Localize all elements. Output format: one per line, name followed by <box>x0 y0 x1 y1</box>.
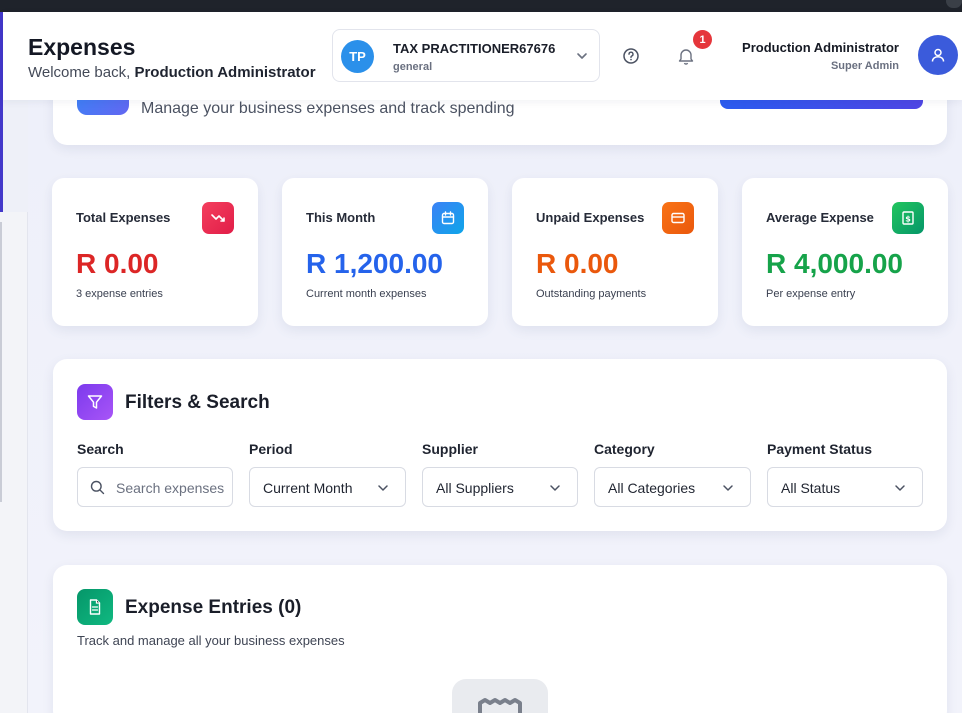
org-avatar: TP <box>341 40 374 73</box>
stat-note: 3 expense entries <box>76 288 163 300</box>
chevron-down-icon <box>550 485 560 491</box>
payment-status-select[interactable]: All Status <box>767 467 923 507</box>
supplier-select[interactable]: All Suppliers <box>422 467 578 507</box>
document-icon <box>77 589 113 625</box>
stat-note: Outstanding payments <box>536 288 647 300</box>
window-control[interactable] <box>946 0 962 8</box>
org-name: TAX PRACTITIONER67676 <box>393 41 556 56</box>
category-value: All Categories <box>608 480 696 496</box>
category-select[interactable]: All Categories <box>594 467 751 507</box>
stat-value: R 4,000.00 <box>766 248 903 279</box>
page-title: Expenses <box>28 34 136 60</box>
search-field <box>77 467 233 507</box>
window-top-strip <box>0 0 962 12</box>
chevron-down-icon <box>895 485 905 491</box>
entries-subtitle: Track and manage all your business expen… <box>77 633 345 648</box>
organization-switcher[interactable]: TP TAX PRACTITIONER67676 general <box>332 29 600 82</box>
payment-status-label: Payment Status <box>767 441 873 457</box>
period-select[interactable]: Current Month <box>249 467 406 507</box>
chevron-down-icon <box>723 485 733 491</box>
welcome-prefix: Welcome back, <box>28 64 135 81</box>
stat-label: Average Expense <box>766 210 874 225</box>
welcome-user: Production Administrator <box>134 64 316 81</box>
stat-card-unpaid-expenses: Unpaid Expenses R 0.00 Outstanding payme… <box>512 178 718 326</box>
chevron-down-icon <box>577 53 587 59</box>
org-type: general <box>393 61 433 73</box>
stat-note: Per expense entry <box>766 288 856 300</box>
sidebar-collapsed <box>0 212 28 713</box>
help-icon[interactable] <box>622 47 640 65</box>
supplier-label: Supplier <box>422 441 479 457</box>
stat-value: R 0.00 <box>76 248 159 279</box>
empty-state-illustration <box>452 679 548 713</box>
payment-status-value: All Status <box>781 480 841 496</box>
credit-card-icon <box>662 202 694 234</box>
receipt-icon <box>478 698 522 713</box>
chevron-down-icon <box>378 485 388 491</box>
user-name: Production Administrator <box>742 40 899 55</box>
stat-label: Unpaid Expenses <box>536 210 645 225</box>
category-label: Category <box>594 441 655 457</box>
stat-value: R 0.00 <box>536 248 619 279</box>
user-avatar[interactable] <box>918 35 958 75</box>
stat-note: Current month expenses <box>306 288 427 300</box>
period-label: Period <box>249 441 293 457</box>
receipt-icon: $ <box>892 202 924 234</box>
search-input[interactable] <box>116 476 228 500</box>
svg-text:$: $ <box>905 214 911 223</box>
top-header: Expenses Welcome back, Production Admini… <box>3 12 962 100</box>
stat-card-this-month: This Month R 1,200.00 Current month expe… <box>282 178 488 326</box>
filters-title: Filters & Search <box>125 392 270 413</box>
stat-label: Total Expenses <box>76 210 171 225</box>
supplier-value: All Suppliers <box>436 480 514 496</box>
sidebar-scrollbar[interactable] <box>0 222 2 502</box>
stat-label: This Month <box>306 210 376 225</box>
bell-icon[interactable] <box>677 46 695 66</box>
filters-card: Filters & Search Search Period Current M… <box>53 359 947 531</box>
expense-entries-card: Expense Entries (0) Track and manage all… <box>53 565 947 713</box>
period-value: Current Month <box>263 480 353 496</box>
user-icon <box>931 48 945 62</box>
entries-title: Expense Entries (0) <box>125 597 302 618</box>
calendar-icon <box>432 202 464 234</box>
stat-card-average-expense: Average Expense $ R 4,000.00 Per expense… <box>742 178 948 326</box>
trending-down-icon <box>202 202 234 234</box>
notification-badge: 1 <box>693 30 712 49</box>
user-role: Super Admin <box>830 60 899 72</box>
search-label: Search <box>77 441 124 457</box>
search-icon <box>90 480 105 495</box>
welcome-message: Welcome back, Production Administrator <box>28 64 316 81</box>
hero-subtitle: Manage your business expenses and track … <box>141 100 515 117</box>
filter-icon <box>77 384 113 420</box>
stat-card-total-expenses: Total Expenses R 0.00 3 expense entries <box>52 178 258 326</box>
stat-value: R 1,200.00 <box>306 248 443 279</box>
